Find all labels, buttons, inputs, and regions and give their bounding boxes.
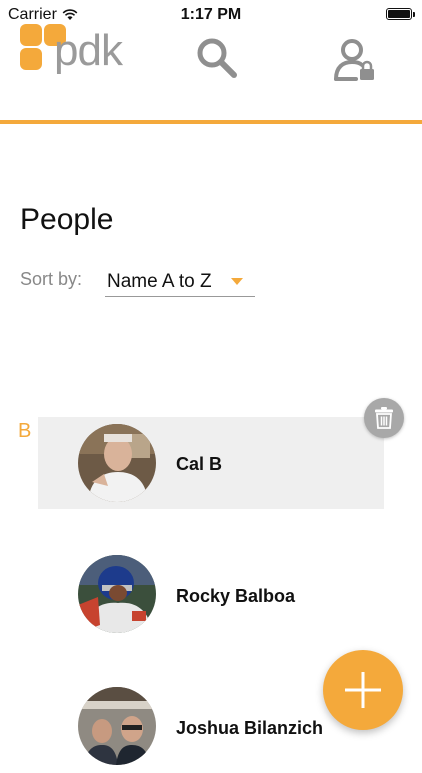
sort-dropdown[interactable]: Name A to Z — [105, 270, 255, 297]
user-lock-icon — [334, 39, 374, 81]
delete-button[interactable] — [364, 398, 404, 438]
app-header: pdk — [0, 24, 422, 120]
person-row[interactable]: Rocky Balboa — [38, 549, 384, 641]
avatar — [78, 424, 156, 502]
add-person-button[interactable] — [323, 650, 403, 730]
plus-icon — [345, 672, 381, 708]
person-name: Rocky Balboa — [176, 586, 296, 606]
person-row[interactable]: Cal B — [38, 417, 384, 509]
person-name: Cal B — [176, 454, 223, 474]
account-button[interactable] — [331, 36, 379, 84]
search-icon — [197, 38, 237, 78]
dropdown-caret-icon — [231, 278, 243, 285]
avatar — [78, 687, 156, 765]
logo-text: pdk — [54, 26, 123, 75]
section-header-letter: B — [18, 420, 32, 442]
header-divider — [0, 120, 422, 124]
page-title: People — [20, 203, 114, 236]
clock: 1:17 PM — [180, 6, 242, 23]
search-button[interactable] — [193, 34, 241, 82]
battery-icon — [386, 8, 415, 20]
pdk-logo[interactable]: pdk — [20, 24, 130, 84]
sort-value: Name A to Z — [107, 271, 212, 292]
person-name: Joshua Bilanzich — [176, 718, 324, 738]
avatar — [78, 555, 156, 633]
sort-label: Sort by: — [20, 269, 83, 289]
trash-icon — [375, 407, 393, 429]
